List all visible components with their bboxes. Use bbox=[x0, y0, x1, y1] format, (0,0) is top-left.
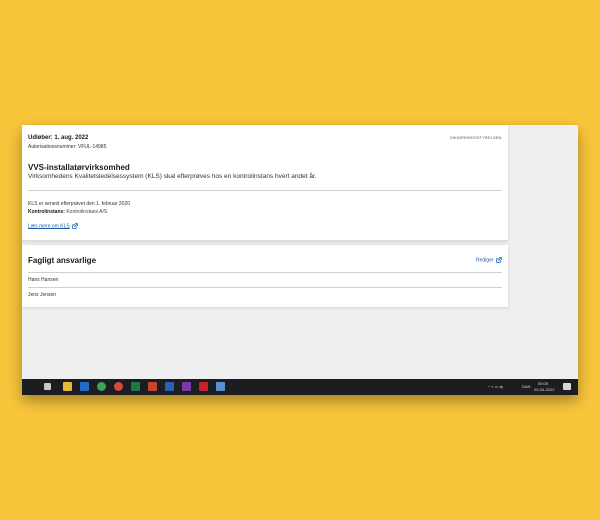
language-indicator[interactable]: DAN bbox=[522, 384, 530, 389]
responsible-card: Fagligt ansvarlige Rediger Hans Hansen J… bbox=[22, 245, 508, 307]
authorization-number: Autorisationsnummer: VFUL-14985 bbox=[28, 144, 107, 150]
chrome-icon[interactable] bbox=[97, 382, 106, 391]
agency-label: SIKKERHEDSSTYRELSEN bbox=[450, 135, 502, 140]
external-link-icon bbox=[72, 223, 78, 229]
file-explorer-icon[interactable] bbox=[63, 382, 72, 391]
expiry-date: Udløber: 1. aug. 2022 bbox=[28, 135, 89, 141]
read-more-label[interactable]: Læs mere om KLS bbox=[28, 223, 70, 229]
excel-icon[interactable] bbox=[131, 382, 140, 391]
edit-button[interactable]: Rediger bbox=[476, 257, 502, 263]
external-link-icon bbox=[496, 257, 502, 263]
notes-icon[interactable] bbox=[216, 382, 225, 391]
responsible-title: Fagligt ansvarlige bbox=[28, 256, 97, 265]
taskbar: ^ ◖ ▭ ◂) DAN 05:05 20-04-2022 bbox=[22, 379, 578, 395]
powerpoint-icon[interactable] bbox=[148, 382, 157, 391]
browser-window: Udløber: 1. aug. 2022 Autorisationsnumme… bbox=[22, 125, 578, 395]
divider bbox=[28, 287, 502, 288]
kls-description: Virksomhedens Kvalitetsledelsessystem (K… bbox=[28, 173, 317, 180]
notifications-icon[interactable] bbox=[563, 383, 571, 390]
word-icon[interactable] bbox=[165, 382, 174, 391]
control-label: Kontrolinstans: bbox=[28, 209, 65, 215]
divider bbox=[28, 190, 502, 191]
control-value: Kontrolinstans A/S bbox=[66, 209, 108, 215]
person-row: Jens Jensen bbox=[28, 292, 57, 298]
onenote-icon[interactable] bbox=[182, 382, 191, 391]
read-more-link[interactable]: Læs mere om KLS bbox=[28, 223, 78, 229]
company-type-title: VVS-installatørvirksomhed bbox=[28, 163, 130, 172]
last-checked: KLS er senest efterprøvet den 1. februar… bbox=[28, 201, 131, 207]
system-tray-icons[interactable]: ^ ◖ ▭ ◂) bbox=[488, 384, 503, 389]
chrome-alt-icon[interactable] bbox=[114, 382, 123, 391]
person-row: Hans Hansen bbox=[28, 277, 59, 283]
task-view-icon[interactable] bbox=[44, 383, 51, 390]
kls-card: Udløber: 1. aug. 2022 Autorisationsnumme… bbox=[22, 125, 508, 241]
clock-date[interactable]: 20-04-2022 bbox=[534, 387, 554, 392]
acrobat-icon[interactable] bbox=[199, 382, 208, 391]
edit-label[interactable]: Rediger bbox=[476, 257, 494, 263]
outlook-icon[interactable] bbox=[80, 382, 89, 391]
clock-time[interactable]: 05:05 bbox=[538, 381, 548, 386]
divider bbox=[28, 272, 502, 273]
control-row: Kontrolinstans: Kontrolinstans A/S bbox=[28, 209, 107, 215]
